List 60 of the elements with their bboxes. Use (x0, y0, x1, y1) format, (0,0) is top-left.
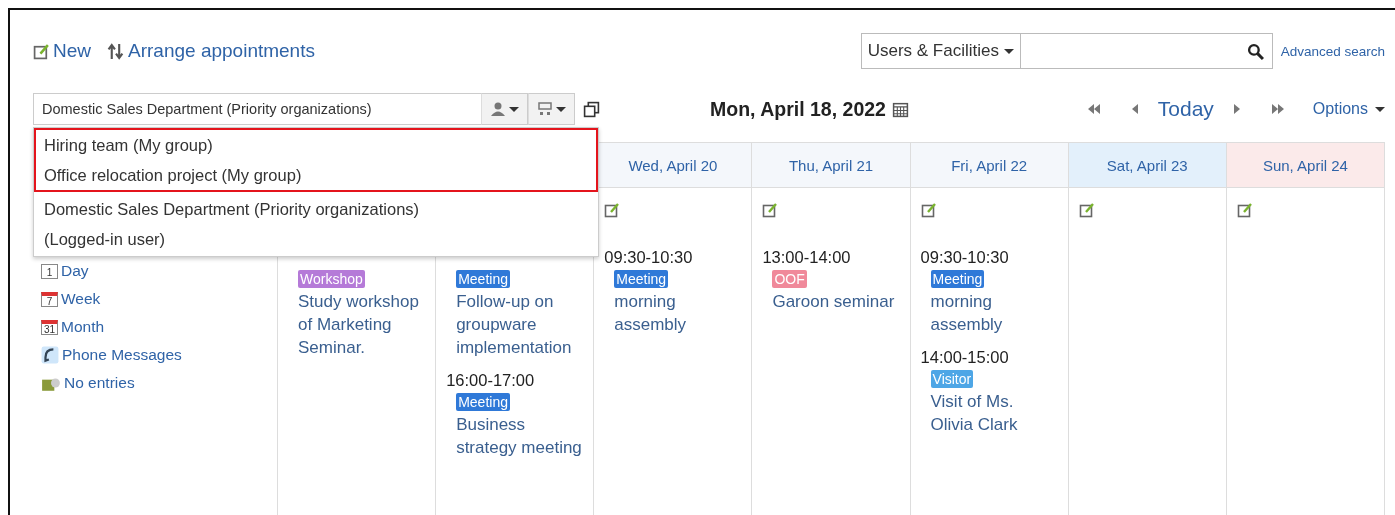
arrange-appointments-link[interactable]: Arrange appointments (107, 40, 315, 62)
event-link[interactable]: Garoon seminar (772, 290, 900, 313)
event-link[interactable]: morning assembly (614, 290, 742, 336)
dropdown-option[interactable]: Domestic Sales Department (Priority organizations) (36, 194, 596, 224)
forward-icon[interactable] (1233, 104, 1241, 114)
view-link[interactable]: 31 Month (41, 318, 277, 336)
dropdown-option[interactable]: (Logged-in user) (36, 224, 596, 254)
swap-arrows-icon (107, 42, 125, 60)
calendar-page-icon: 7 (41, 291, 58, 307)
add-event-icon[interactable] (1236, 202, 1253, 218)
new-link[interactable]: New (33, 40, 91, 62)
add-event-icon[interactable] (604, 202, 621, 218)
view-link[interactable]: 1 Day (41, 262, 277, 280)
add-event-icon[interactable] (920, 202, 937, 218)
day-header[interactable]: Fri, April 22 (951, 156, 1028, 174)
view-link[interactable]: Phone Messages (41, 346, 277, 364)
back-icon[interactable] (1130, 104, 1138, 114)
view-link[interactable]: No entries (41, 374, 277, 392)
group-select[interactable]: Domestic Sales Department (Priority organizations) (33, 93, 481, 125)
dropdown-option[interactable]: Hiring team (My group) (36, 130, 596, 160)
event-time: 13:00-14:00 (762, 248, 852, 267)
search-field[interactable] (1020, 33, 1273, 69)
advanced-search-link[interactable]: Advanced search (1280, 43, 1385, 59)
phone-icon (41, 346, 59, 364)
add-event-icon[interactable] (762, 202, 779, 218)
event-tag: Meeting (614, 270, 669, 288)
event-time: 16:00-17:00 (446, 371, 536, 390)
event-link[interactable]: Follow-up on groupware implementation (456, 290, 584, 359)
options-menu[interactable]: Options (1312, 100, 1385, 118)
calendar-page-icon: 1 (41, 263, 58, 279)
event-tag: Visitor (930, 370, 974, 388)
event-time: 09:30-10:30 (604, 248, 694, 267)
event-tag: OOF (772, 270, 807, 288)
view-link[interactable]: 7 Week (41, 290, 277, 308)
event-link[interactable]: morning assembly (930, 290, 1058, 336)
dropdown-option[interactable]: Office relocation project (My group) (36, 160, 596, 190)
event-link[interactable]: Visit of Ms. Olivia Clark (930, 390, 1058, 436)
current-date: Mon, April 18, 2022 (710, 97, 886, 121)
event-tag: Meeting (456, 270, 510, 288)
calendar-icon[interactable] (891, 100, 909, 118)
org-chart-icon (537, 101, 553, 117)
copy-icon[interactable] (583, 100, 600, 118)
event-tag: Workshop (298, 270, 365, 288)
today-link[interactable]: Today (1157, 97, 1214, 121)
event-link[interactable]: Study workshop of Marketing Seminar. (298, 290, 426, 359)
fast-back-icon[interactable] (1086, 104, 1101, 114)
event-tag: Meeting (930, 270, 985, 288)
event-link[interactable]: Business strategy meeting (456, 413, 584, 459)
org-picker-button[interactable] (528, 93, 575, 125)
search-scope-dropdown[interactable]: Users & Facilities (860, 33, 1020, 69)
user-icon (490, 101, 506, 117)
user-picker-button[interactable] (481, 93, 528, 125)
event-tag: Meeting (456, 393, 510, 411)
search-icon[interactable] (1246, 42, 1264, 60)
event-time: 09:30-10:30 (920, 248, 1010, 267)
fast-forward-icon[interactable] (1270, 104, 1285, 114)
edit-icon (33, 42, 50, 60)
add-event-icon[interactable] (1078, 202, 1095, 218)
calendar-page-icon: 31 (41, 319, 58, 335)
event-time: 14:00-15:00 (920, 348, 1010, 367)
